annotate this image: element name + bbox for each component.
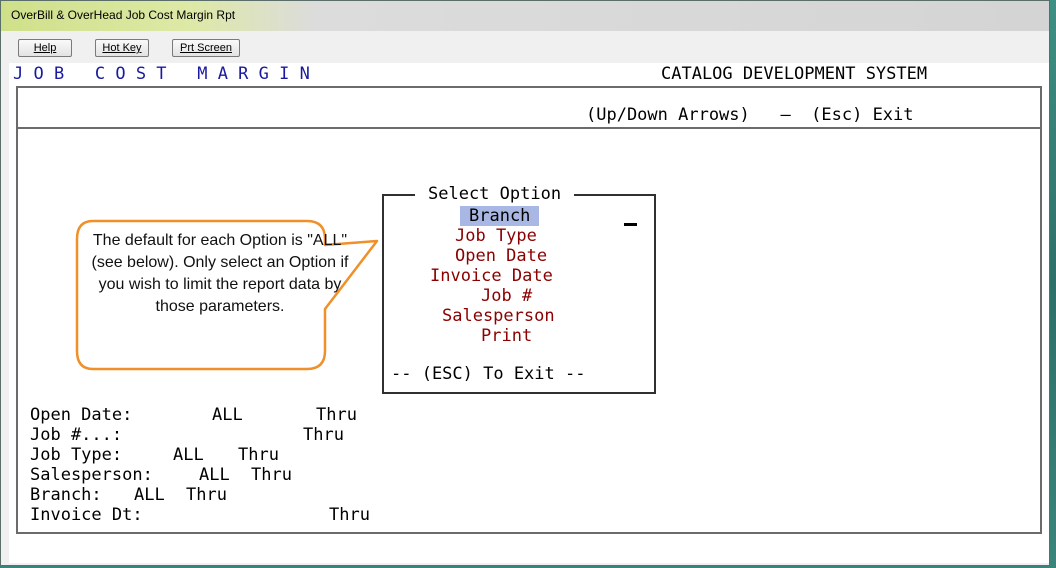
system-title: CATALOG DEVELOPMENT SYSTEM bbox=[661, 64, 928, 84]
filter-value: ALL bbox=[199, 465, 230, 485]
filter-value: ALL bbox=[173, 445, 204, 465]
option-job-type[interactable]: Job Type bbox=[455, 226, 537, 246]
window-title: OverBill & OverHead Job Cost Margin Rpt bbox=[11, 8, 236, 22]
option-open-date[interactable]: Open Date bbox=[455, 246, 547, 266]
option-print[interactable]: Print bbox=[481, 326, 532, 346]
frame-divider bbox=[18, 127, 1040, 129]
filter-value: ALL bbox=[212, 405, 243, 425]
hot-key-button[interactable]: Hot Key bbox=[95, 39, 149, 57]
filter-summary: Open Date: ALL Thru Job #...: Thru Job T… bbox=[30, 405, 530, 525]
filter-label: Invoice Dt: bbox=[30, 505, 143, 525]
filter-thru: Thru bbox=[238, 445, 279, 465]
select-option-box: Select Option Branch Job Type Open Date … bbox=[382, 184, 656, 394]
filter-row-salesperson: Salesperson: ALL Thru bbox=[30, 465, 530, 485]
filter-label: Open Date: bbox=[30, 405, 133, 425]
filter-thru: Thru bbox=[316, 405, 357, 425]
prt-screen-button[interactable]: Prt Screen bbox=[172, 39, 240, 57]
report-title: J O B C O S T M A R G I N bbox=[13, 64, 310, 84]
filter-label: Job #...: bbox=[30, 425, 123, 445]
option-salesperson[interactable]: Salesperson bbox=[442, 306, 555, 326]
text-cursor bbox=[624, 223, 637, 226]
navigation-hint: (Up/Down Arrows) – (Esc) Exit bbox=[586, 105, 914, 125]
option-invoice-date[interactable]: Invoice Date bbox=[430, 266, 553, 286]
filter-row-job-type: Job Type: ALL Thru bbox=[30, 445, 530, 465]
option-branch[interactable]: Branch bbox=[460, 206, 540, 226]
filter-row-branch: Branch: ALL Thru bbox=[30, 485, 530, 505]
filter-label: Salesperson: bbox=[30, 465, 153, 485]
filter-label: Job Type: bbox=[30, 445, 123, 465]
title-bar[interactable]: OverBill & OverHead Job Cost Margin Rpt bbox=[1, 1, 1049, 32]
filter-thru: Thru bbox=[186, 485, 227, 505]
select-option-title: Select Option bbox=[415, 184, 575, 204]
filter-value: ALL bbox=[134, 485, 165, 505]
report-frame: (Up/Down Arrows) – (Esc) Exit Select Opt… bbox=[16, 86, 1042, 534]
option-job-number[interactable]: Job # bbox=[481, 286, 532, 306]
filter-label: Branch: bbox=[30, 485, 102, 505]
filter-thru: Thru bbox=[329, 505, 370, 525]
terminal-screen: J O B C O S T M A R G I N CATALOG DEVELO… bbox=[9, 63, 1049, 563]
filter-row-invoice-date: Invoice Dt: Thru bbox=[30, 505, 530, 525]
option-box-footer: -- (ESC) To Exit -- bbox=[391, 364, 586, 384]
help-button[interactable]: Help bbox=[18, 39, 72, 57]
filter-thru: Thru bbox=[303, 425, 344, 445]
toolbar: Help Hot Key Prt Screen bbox=[1, 31, 1049, 63]
filter-thru: Thru bbox=[251, 465, 292, 485]
callout-text: The default for each Option is "ALL" (se… bbox=[91, 232, 349, 315]
filter-row-open-date: Open Date: ALL Thru bbox=[30, 405, 530, 425]
app-window: OverBill & OverHead Job Cost Margin Rpt … bbox=[0, 0, 1050, 566]
filter-row-job-number: Job #...: Thru bbox=[30, 425, 530, 445]
